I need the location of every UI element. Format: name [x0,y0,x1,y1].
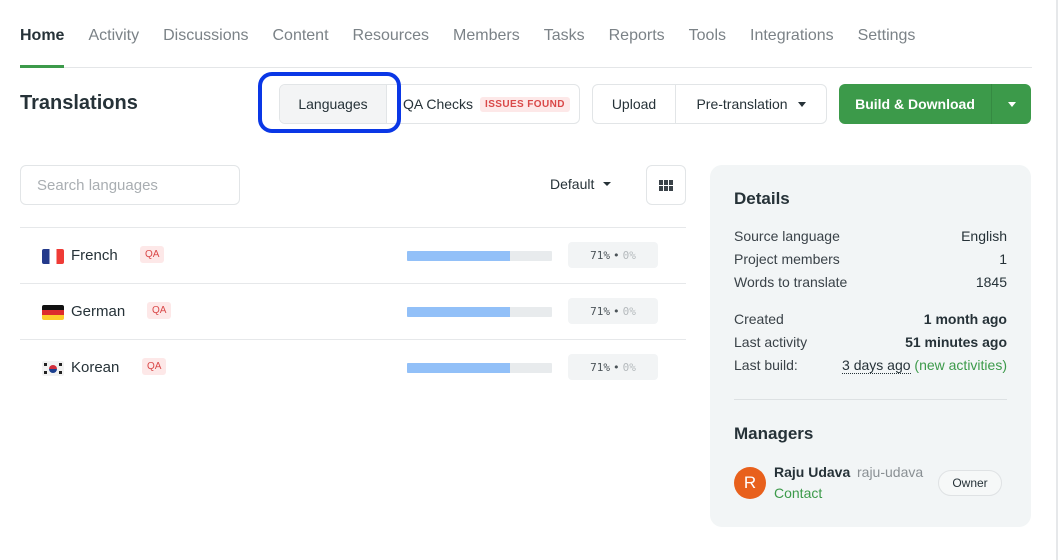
page-title: Translations [20,92,138,114]
pre-translation-label: Pre-translation [696,96,788,112]
detail-value: 51 minutes ago [905,334,1007,350]
detail-value: 1 [999,251,1007,267]
detail-row: Source language English [734,225,1007,248]
details-title: Details [734,189,790,208]
detail-label: Source language [734,228,840,244]
detail-label: Created [734,311,784,327]
language-row-korean[interactable]: Korean QA 71% • 0% [20,339,686,395]
progress-stats: 71% • 0% [568,242,658,268]
detail-label: Last build: [734,357,798,373]
france-flag-icon [42,249,64,264]
language-row-french[interactable]: French QA 71% • 0% [20,227,686,283]
chevron-down-icon [1007,101,1016,107]
germany-flag-icon [42,305,64,320]
korea-flag-icon [42,361,64,376]
tab-tasks[interactable]: Tasks [544,24,585,67]
translated-percent: 71% [590,248,610,262]
upload-button[interactable]: Upload [593,85,675,123]
chevron-down-icon [603,182,612,186]
divider [734,399,1007,400]
progress-stats: 71% • 0% [568,298,658,324]
qa-checks-label: QA Checks [403,96,474,112]
tab-home[interactable]: Home [20,24,65,68]
build-options-button[interactable] [991,84,1031,124]
grid-icon [659,179,673,191]
view-mode-button[interactable] [646,165,686,205]
tab-members[interactable]: Members [453,24,520,67]
pre-translation-dropdown[interactable]: Pre-translation [675,85,826,123]
sort-dropdown[interactable]: Default [550,176,612,192]
detail-value: 1845 [975,274,1007,290]
view-toggle: Languages QA Checks ISSUES FOUND [279,84,580,124]
detail-row-last-build: Last build: 3 days ago (new activities) [734,354,1007,377]
tab-content[interactable]: Content [272,24,328,67]
last-build-time: 3 days ago [842,357,911,374]
translated-percent: 71% [590,304,610,318]
approved-percent: 0% [622,360,636,374]
new-activities-note: (new activities) [914,357,1007,373]
build-download-button[interactable]: Build & Download [839,84,991,124]
tab-reports[interactable]: Reports [609,24,665,67]
managers-title: Managers [734,424,814,443]
detail-row: Words to translate 1845 [734,271,1007,294]
qa-badge[interactable]: QA [142,358,167,375]
translated-percent: 71% [590,360,610,374]
language-name: Korean [71,359,120,376]
owner-badge: Owner [938,470,1002,496]
manager-name[interactable]: Raju Udava [774,464,850,480]
tab-discussions[interactable]: Discussions [163,24,248,67]
upload-group: Upload Pre-translation [592,84,827,124]
language-name: French [71,247,118,264]
tab-resources[interactable]: Resources [353,24,429,67]
translation-progress-bar [407,363,552,373]
chevron-down-icon [797,101,806,107]
qa-badge[interactable]: QA [147,302,172,319]
search-languages-input[interactable] [20,165,240,205]
tab-settings[interactable]: Settings [858,24,916,67]
tab-activity[interactable]: Activity [88,24,139,67]
language-list: French QA 71% • 0% German QA 71% • 0% Korean… [20,227,686,395]
sort-label: Default [550,176,595,192]
manager-username: raju-udava [857,464,924,480]
translation-progress-bar [407,251,552,261]
detail-label: Last activity [734,334,808,350]
qa-checks-button[interactable]: QA Checks ISSUES FOUND [386,85,570,123]
contact-link[interactable]: Contact [774,485,822,501]
details-card: Details Source language English Project … [710,165,1031,527]
detail-label: Project members [734,251,840,267]
translation-progress-bar [407,307,552,317]
qa-badge[interactable]: QA [140,246,165,263]
avatar: R [734,467,766,499]
detail-value: English [961,228,1007,244]
languages-button[interactable]: Languages [280,85,386,123]
approved-percent: 0% [622,248,636,262]
approved-percent: 0% [622,304,636,318]
detail-label: Words to translate [734,274,848,290]
tab-integrations[interactable]: Integrations [750,24,834,67]
language-row-german[interactable]: German QA 71% • 0% [20,283,686,339]
detail-value: 1 month ago [923,311,1007,327]
issues-found-badge: ISSUES FOUND [480,96,570,112]
project-nav: Home Activity Discussions Content Resour… [20,0,1032,68]
progress-stats: 71% • 0% [568,354,658,380]
detail-row-created: Created 1 month ago [734,308,1007,331]
tab-tools[interactable]: Tools [689,24,726,67]
detail-row: Project members 1 [734,248,1007,271]
detail-row-last-activity: Last activity 51 minutes ago [734,331,1007,354]
language-name: German [71,303,126,320]
build-download-group: Build & Download [839,84,1031,124]
